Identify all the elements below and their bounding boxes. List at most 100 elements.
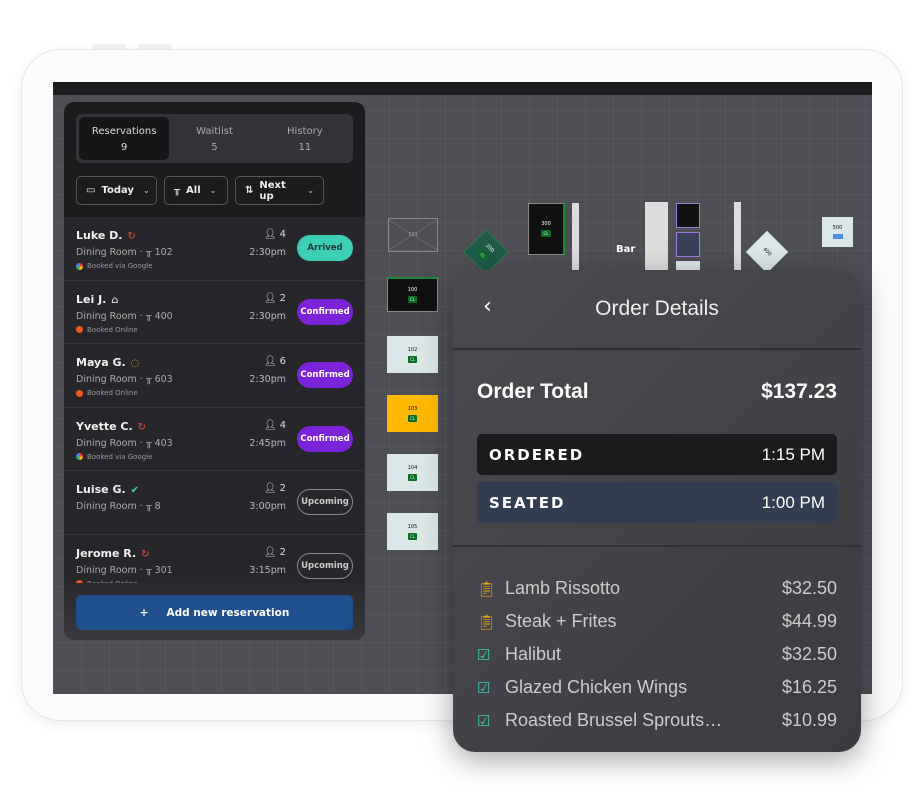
date-filter[interactable]: ▭ Today ⌄: [76, 176, 157, 205]
guest-name: Yvette C. ↻: [76, 419, 147, 433]
tab-waitlist[interactable]: Waitlist 5: [169, 117, 259, 160]
tab-reservations[interactable]: Reservations 9: [79, 117, 170, 160]
reservation-time: 2:30pm: [249, 374, 286, 385]
bar-label: Bar: [616, 244, 636, 255]
filter-label: Today: [101, 185, 134, 196]
table-info: Dining Room · ╥ 8: [76, 501, 161, 512]
table-filter[interactable]: ╥ All ⌄: [164, 176, 228, 205]
clipboard-sent-icon: 📋︎: [477, 580, 497, 598]
wall: [572, 203, 579, 273]
person-icon: 👤︎: [263, 419, 277, 431]
table-100[interactable]: 100 CL: [387, 277, 438, 312]
table-200[interactable]: 200 CL: [463, 229, 509, 275]
panel-footer: + Add new reservation: [64, 583, 365, 640]
order-item[interactable]: ☑ Halibut $32.50: [477, 638, 837, 671]
table-300[interactable]: 300 CL: [528, 203, 565, 255]
order-total-value: $137.23: [761, 380, 837, 403]
table-101[interactable]: 101: [388, 218, 438, 252]
sort-icon: ⇅: [245, 185, 254, 196]
receipt-check-icon: ☑: [477, 712, 491, 730]
booking-source: Booked Online: [76, 326, 138, 334]
plus-icon: +: [139, 606, 149, 619]
tab-label: Reservations: [91, 126, 157, 137]
table-500[interactable]: 500: [822, 217, 853, 247]
table-icon: ╥: [145, 437, 152, 449]
status-button[interactable]: Confirmed: [297, 298, 353, 325]
item-price: $16.25: [781, 677, 837, 697]
online-icon: [76, 326, 83, 333]
tab-count: 9: [120, 142, 128, 153]
order-title: Order Details: [595, 297, 719, 320]
google-icon: [76, 262, 83, 270]
party-size: 👤︎ 4: [263, 419, 286, 431]
order-item[interactable]: 📋︎ Steak + Frites $44.99: [477, 605, 837, 638]
ordered-row: ORDERED 1:15 PM: [477, 434, 837, 475]
chat-icon: ◌: [130, 358, 140, 369]
order-header: ‹ Order Details: [453, 270, 861, 350]
booking-source: Booked Online: [76, 389, 138, 397]
tab-count: 11: [298, 142, 312, 153]
seated-time: 1:00 PM: [761, 492, 825, 512]
booking-source: Booked via Google: [76, 262, 152, 270]
guest-name: Jerome R. ↻: [76, 546, 150, 560]
wall: [734, 202, 741, 272]
reservation-time: 2:45pm: [249, 437, 286, 449]
reservation-row[interactable]: Lei J. ⌂ Dining Room · ╥ 400 Booked Onlin…: [64, 281, 365, 344]
chevron-down-icon: ⌄: [307, 186, 314, 195]
google-icon: [76, 453, 83, 460]
seated-row: SEATED 1:00 PM: [477, 482, 837, 523]
status-button[interactable]: Confirmed: [297, 362, 353, 388]
sync-icon: ↻: [137, 421, 147, 433]
reservation-row[interactable]: Yvette C. ↻ Dining Room · ╥ 403 Booked vi…: [64, 408, 365, 471]
sync-icon: ↻: [141, 548, 150, 560]
ordered-label: ORDERED: [489, 445, 585, 464]
order-item[interactable]: ☑ Roasted Brussel Sprouts… $10.99: [477, 704, 837, 737]
table-icon: ╥: [145, 564, 152, 576]
table-104[interactable]: 104 CL: [387, 454, 438, 491]
item-name: Glazed Chicken Wings: [505, 677, 688, 697]
item-price: $44.99: [781, 611, 837, 631]
bar-seat[interactable]: [676, 232, 700, 257]
filter-label: Next up: [259, 179, 286, 202]
reservation-row[interactable]: Jerome R.↻ Dining Room · ╥ 301 Booked On…: [64, 535, 365, 583]
order-items: 📋︎ Lamb Rissotto $32.50 📋︎ Steak + Frites $44…: [477, 572, 837, 737]
tab-history[interactable]: History 11: [260, 117, 350, 160]
bar-counter: [645, 202, 668, 272]
calendar-icon: ▭: [86, 185, 96, 196]
table-icon: ╥: [145, 501, 152, 512]
order-item[interactable]: 📋︎ Lamb Rissotto $32.50: [477, 572, 837, 605]
reservations-panel: Reservations 9 Waitlist 5 History 11 ▭ Today…: [64, 102, 365, 640]
check-icon: ✔: [130, 485, 140, 496]
reservation-time: 3:15pm: [249, 564, 286, 576]
table-102[interactable]: 102 CL: [387, 336, 438, 373]
reservation-time: 2:30pm: [249, 310, 286, 322]
add-reservation-button[interactable]: + Add new reservation: [76, 595, 353, 630]
status-button[interactable]: Arrived: [297, 235, 353, 261]
sort-filter[interactable]: ⇅ Next up ⌄: [235, 176, 324, 205]
reservation-row[interactable]: Maya G. ◌ Dining Room · ╥ 603 Booked Onli…: [64, 344, 365, 408]
person-icon: 👤︎: [263, 546, 277, 558]
status-button[interactable]: Confirmed: [297, 425, 353, 452]
table-105[interactable]: 105 CL: [387, 513, 438, 550]
item-name: Lamb Rissotto: [505, 578, 621, 598]
table-info: Dining Room · ╥ 400: [76, 310, 173, 322]
status-button[interactable]: Upcoming: [297, 489, 353, 515]
item-name: Roasted Brussel Sprouts…: [505, 710, 723, 730]
table-info: Dining Room · ╥ 301: [76, 564, 173, 576]
tab-count: 5: [211, 142, 218, 153]
table-103[interactable]: 103 CL: [387, 395, 438, 432]
reservation-row[interactable]: Luke D. ↻ Dining Room · ╥ 102 Booked via …: [64, 217, 365, 281]
table-icon: ╥: [145, 374, 152, 385]
guest-name: Luise G. ✔: [76, 483, 140, 496]
table-400[interactable]: 400: [745, 230, 789, 274]
order-item[interactable]: ☑ Glazed Chicken Wings $16.25: [477, 671, 837, 704]
reservation-row[interactable]: Luise G. ✔ Dining Room · ╥ 8 👤︎ 2 3:00pm …: [64, 471, 365, 535]
bar-seat[interactable]: [676, 203, 700, 228]
reservation-list[interactable]: Luke D. ↻ Dining Room · ╥ 102 Booked via …: [64, 217, 365, 583]
item-price: $32.50: [781, 644, 837, 664]
status-button[interactable]: Upcoming: [297, 552, 353, 579]
chevron-down-icon: ⌄: [142, 186, 150, 195]
clipboard-sent-icon: 📋︎: [477, 613, 497, 631]
guest-name: Maya G. ◌: [76, 356, 140, 369]
item-price: $10.99: [781, 710, 837, 730]
